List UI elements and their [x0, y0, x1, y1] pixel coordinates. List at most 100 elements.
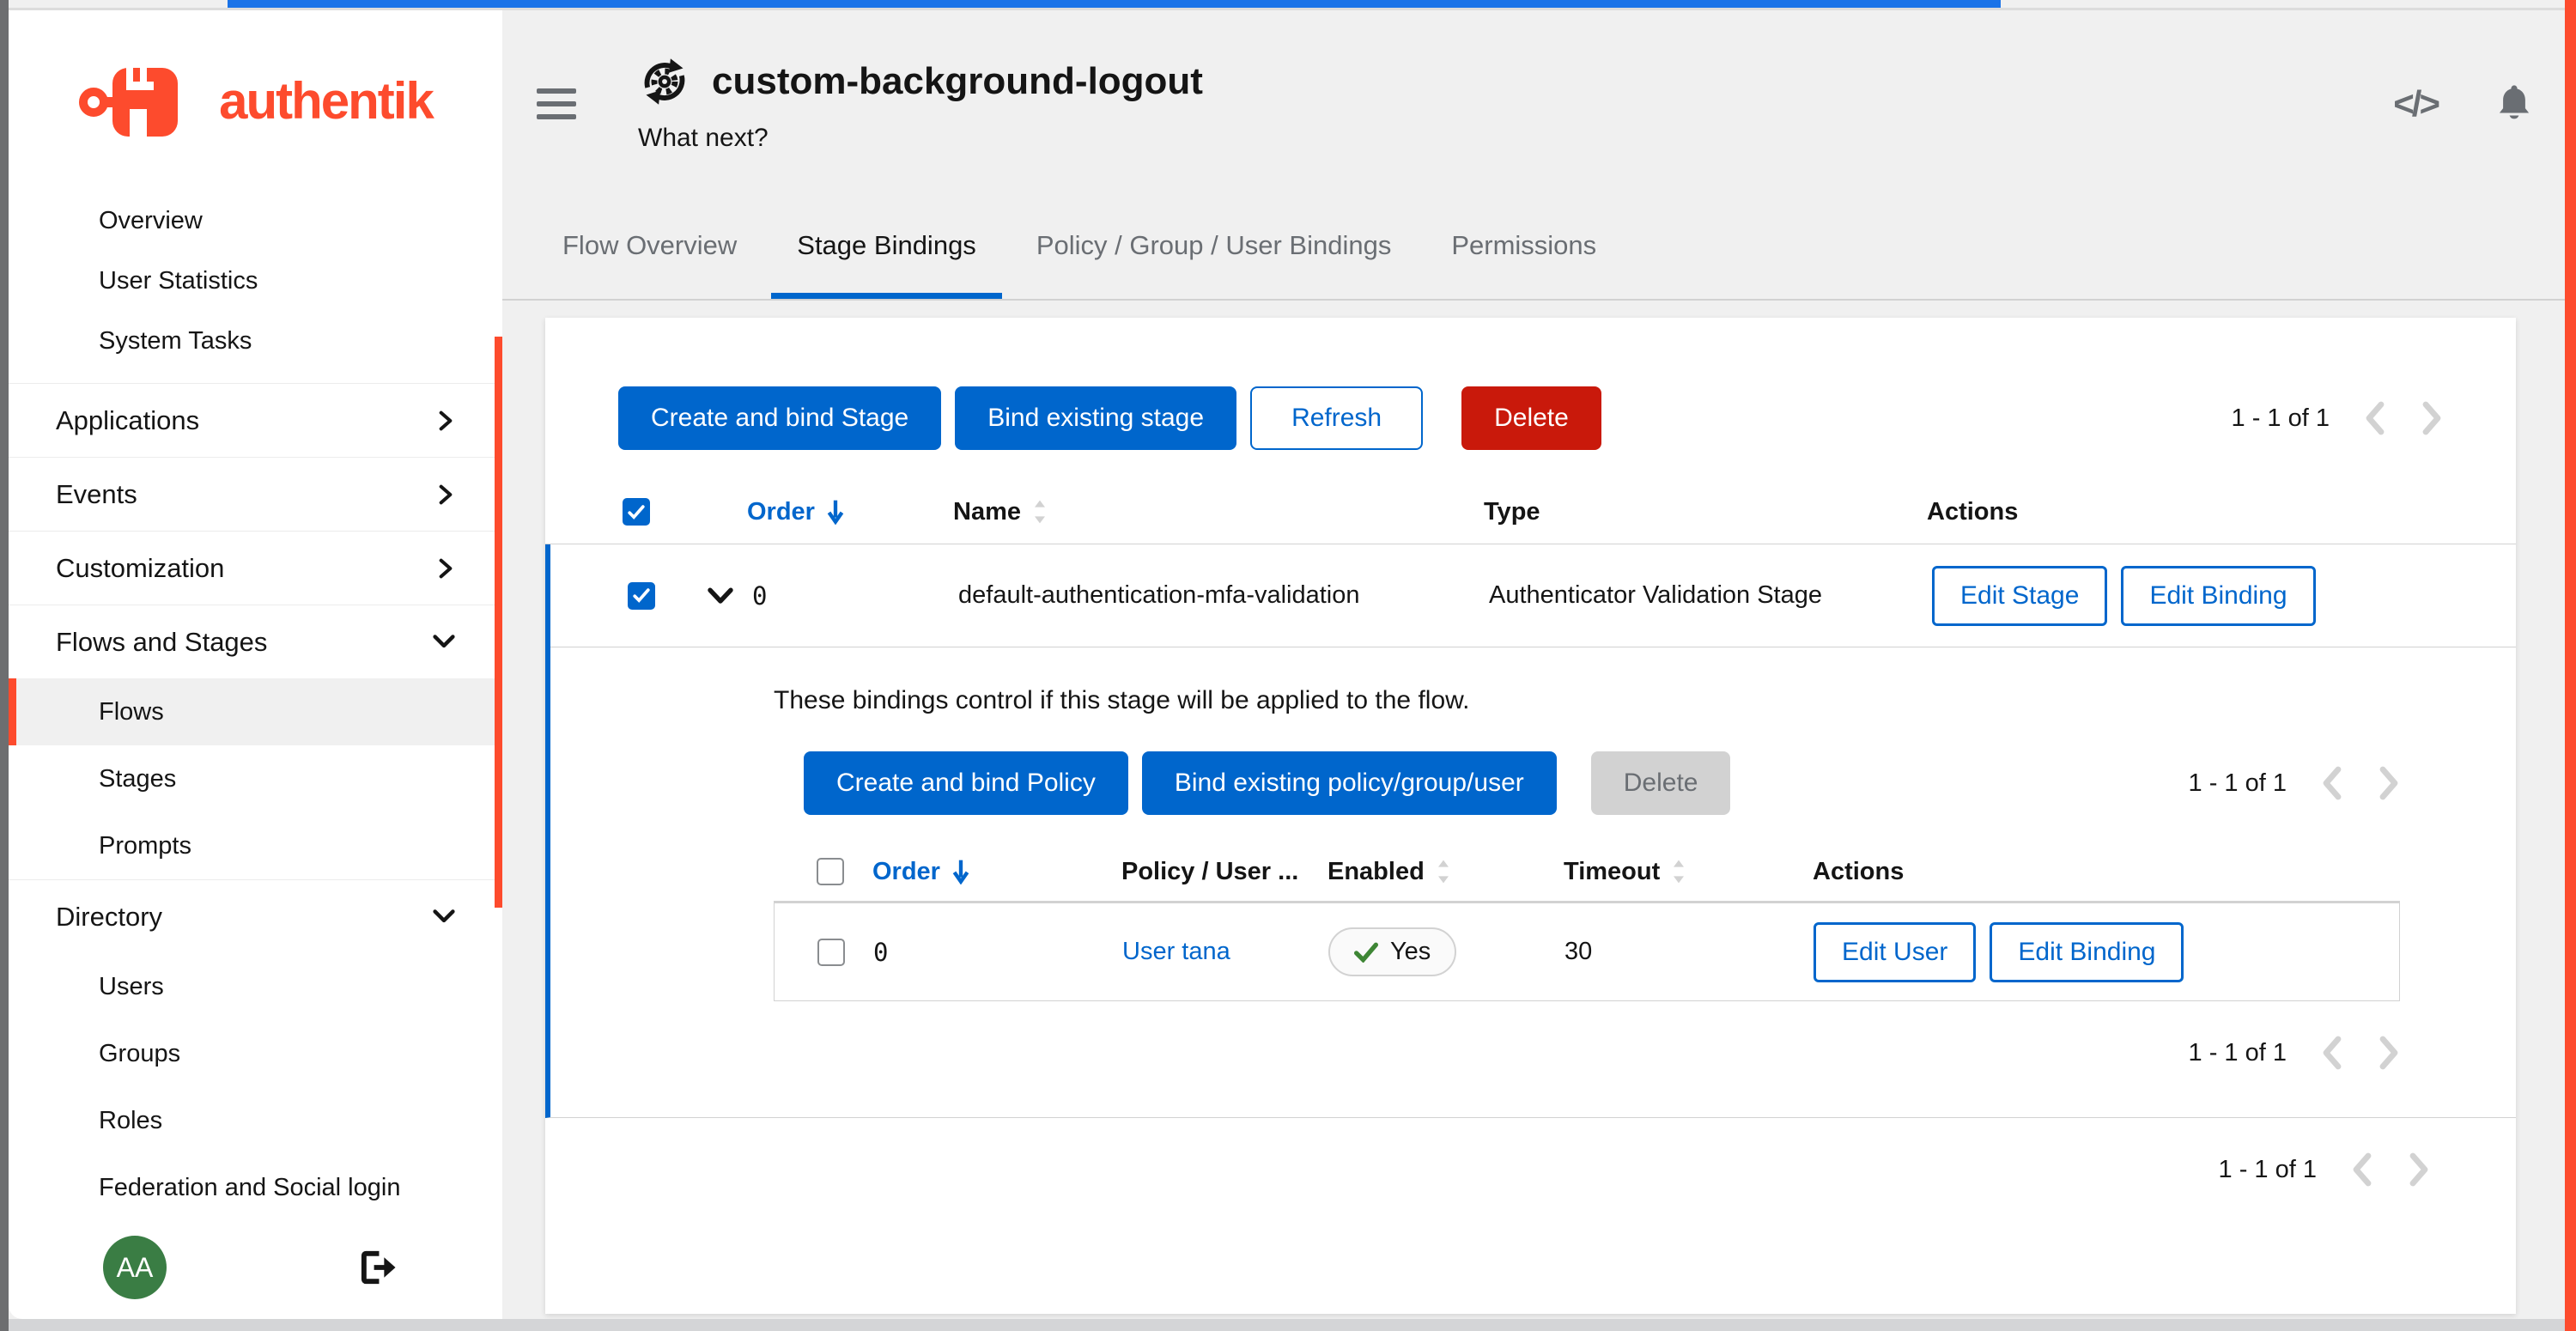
pagination-prev-icon[interactable] — [2364, 401, 2386, 435]
stage-row-expansion: 0 default-authentication-mfa-validation … — [545, 544, 2516, 1118]
pagination-label: 1 - 1 of 1 — [2219, 1156, 2317, 1184]
pagination-next-icon[interactable] — [2408, 1152, 2430, 1187]
chevron-right-icon — [436, 484, 455, 505]
column-header-actions: Actions — [1813, 858, 2400, 886]
row-expand-icon[interactable] — [688, 586, 752, 605]
sidebar-group-directory[interactable]: Directory — [9, 879, 502, 953]
page-header: custom-background-logout What next? </> — [502, 10, 2565, 198]
pagination-prev-icon[interactable] — [2321, 766, 2343, 800]
window-right-scrollbar[interactable] — [2565, 0, 2576, 1331]
page-subtitle: What next? — [638, 124, 1203, 153]
policy-user-link[interactable]: User tana — [1122, 938, 1328, 966]
tab-policy-group-user-bindings[interactable]: Policy / Group / User Bindings — [1011, 198, 1418, 299]
column-header-timeout[interactable]: Timeout — [1564, 858, 1813, 886]
sort-both-icon — [1672, 859, 1686, 884]
column-header-order[interactable]: Order — [872, 858, 1121, 886]
select-all-checkbox[interactable] — [623, 498, 650, 526]
sort-desc-icon — [952, 859, 969, 884]
column-header-order[interactable]: Order — [747, 498, 953, 526]
pagination-next-icon[interactable] — [2421, 401, 2443, 435]
policy-table-header: Order Policy / User ... Enabled Timeout — [774, 842, 2400, 903]
window-top-accent — [228, 0, 2001, 8]
policy-bindings-toolbar: Create and bind Policy Bind existing pol… — [804, 751, 2400, 815]
sidebar-item-users[interactable]: Users — [9, 953, 502, 1020]
refresh-button[interactable]: Refresh — [1250, 386, 1423, 450]
pagination-prev-icon[interactable] — [2351, 1152, 2373, 1187]
create-and-bind-stage-button[interactable]: Create and bind Stage — [618, 386, 941, 450]
sidebar-group-applications[interactable]: Applications — [9, 383, 502, 457]
hamburger-menu-icon[interactable] — [537, 88, 576, 119]
sort-both-icon — [1033, 499, 1047, 525]
stage-bindings-card: Create and bind Stage Bind existing stag… — [545, 318, 2516, 1314]
pagination-next-icon[interactable] — [2378, 766, 2400, 800]
policy-bindings-panel: These bindings control if this stage wil… — [550, 647, 2516, 1117]
column-header-type: Type — [1484, 498, 1927, 526]
main-area: custom-background-logout What next? </> … — [502, 10, 2565, 1319]
nested-pagination: 1 - 1 of 1 — [2189, 766, 2400, 800]
tab-stage-bindings[interactable]: Stage Bindings — [771, 198, 1002, 299]
authentik-admin-window: authentik Overview User Statistics Syste… — [0, 0, 2576, 1331]
tab-permissions[interactable]: Permissions — [1425, 198, 1622, 299]
notification-bell-icon[interactable] — [2494, 83, 2535, 125]
edit-stage-button[interactable]: Edit Stage — [1932, 566, 2107, 626]
top-pagination: 1 - 1 of 1 — [2232, 401, 2443, 435]
pagination-next-icon[interactable] — [2378, 1036, 2400, 1070]
sidebar-item-overview[interactable]: Overview — [9, 191, 502, 251]
tab-flow-overview[interactable]: Flow Overview — [537, 198, 762, 299]
check-icon — [1354, 942, 1378, 963]
logout-icon[interactable] — [356, 1249, 399, 1286]
sidebar-item-stages[interactable]: Stages — [9, 745, 502, 812]
column-header-policy-user: Policy / User ... — [1121, 858, 1327, 886]
column-header-name[interactable]: Name — [953, 498, 1484, 526]
edit-binding-button[interactable]: Edit Binding — [1990, 922, 2184, 982]
policy-bindings-description: These bindings control if this stage wil… — [774, 686, 2400, 715]
sidebar-item-roles[interactable]: Roles — [9, 1087, 502, 1154]
stage-table-header: Order Name Type Actions — [545, 480, 2516, 544]
api-code-icon[interactable]: </> — [2393, 83, 2438, 125]
stage-table-row: 0 default-authentication-mfa-validation … — [550, 544, 2516, 647]
column-header-actions: Actions — [1927, 498, 2516, 526]
authentik-wordmark: authentik — [219, 71, 433, 131]
pagination-prev-icon[interactable] — [2321, 1036, 2343, 1070]
bind-existing-stage-button[interactable]: Bind existing stage — [955, 386, 1236, 450]
authentik-logo: authentik — [9, 10, 502, 191]
delete-button[interactable]: Delete — [1461, 386, 1601, 450]
nested-row-timeout-value: 30 — [1564, 938, 1814, 966]
avatar[interactable]: AA — [103, 1236, 167, 1299]
sidebar-group-events[interactable]: Events — [9, 457, 502, 531]
nested-delete-button[interactable]: Delete — [1591, 751, 1731, 815]
row-checkbox[interactable] — [628, 582, 655, 610]
sidebar-item-groups[interactable]: Groups — [9, 1020, 502, 1087]
chevron-down-icon — [433, 909, 455, 926]
authentik-logo-icon — [78, 58, 207, 143]
chevron-down-icon — [433, 634, 455, 651]
column-header-enabled[interactable]: Enabled — [1327, 858, 1564, 886]
sidebar-group-customization[interactable]: Customization — [9, 531, 502, 605]
bind-existing-policy-button[interactable]: Bind existing policy/group/user — [1142, 751, 1557, 815]
sidebar-group-flows-and-stages[interactable]: Flows and Stages — [9, 605, 502, 678]
sidebar-item-federation-social-login[interactable]: Federation and Social login — [9, 1154, 502, 1221]
sidebar-nav: Overview User Statistics System Tasks Ap… — [9, 191, 502, 1233]
sidebar-scrollbar[interactable] — [495, 337, 502, 908]
edit-user-button[interactable]: Edit User — [1814, 922, 1976, 982]
flow-icon — [638, 55, 691, 108]
nested-select-all-checkbox[interactable] — [817, 858, 844, 885]
sidebar: authentik Overview User Statistics Syste… — [9, 10, 502, 1319]
window-top-divider — [0, 8, 2576, 10]
pagination-label: 1 - 1 of 1 — [2189, 1039, 2287, 1067]
nested-row-order-value: 0 — [873, 938, 1122, 967]
sidebar-item-user-statistics[interactable]: User Statistics — [9, 251, 502, 311]
create-and-bind-policy-button[interactable]: Create and bind Policy — [804, 751, 1128, 815]
window-left-edge — [0, 0, 9, 1331]
sidebar-item-prompts[interactable]: Prompts — [9, 812, 502, 879]
policy-table-row: 0 User tana Yes 30 Edit User — [774, 903, 2400, 1001]
nested-row-checkbox[interactable] — [817, 939, 845, 966]
sidebar-item-flows[interactable]: Flows — [9, 678, 502, 745]
edit-binding-button[interactable]: Edit Binding — [2121, 566, 2315, 626]
tab-bar: Flow Overview Stage Bindings Policy / Gr… — [502, 198, 2565, 301]
sort-desc-icon — [827, 499, 844, 525]
sidebar-item-system-tasks[interactable]: System Tasks — [9, 311, 502, 371]
stage-bindings-toolbar: Create and bind Stage Bind existing stag… — [545, 318, 2516, 450]
window-bottom-edge — [9, 1319, 2576, 1331]
pagination-label: 1 - 1 of 1 — [2232, 404, 2330, 433]
